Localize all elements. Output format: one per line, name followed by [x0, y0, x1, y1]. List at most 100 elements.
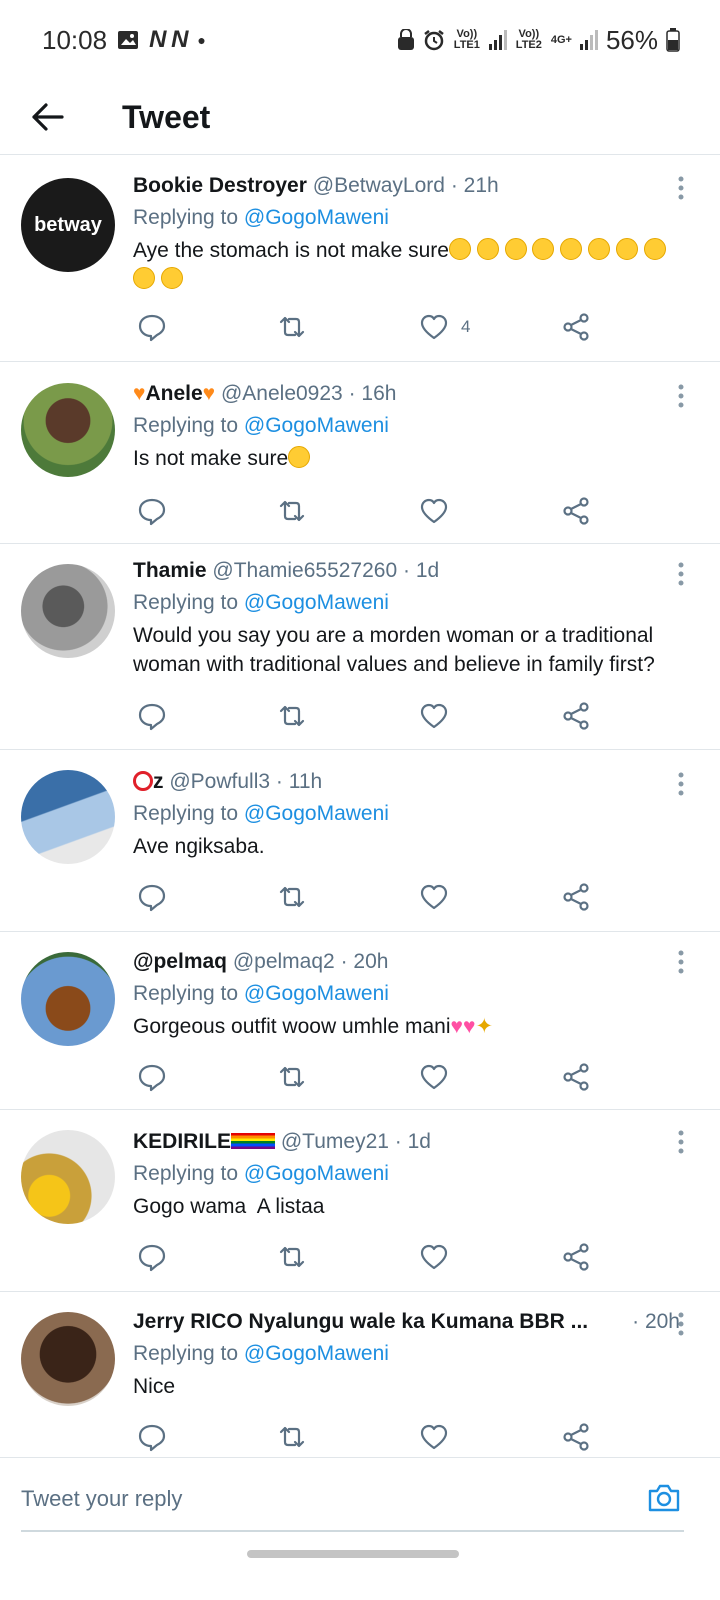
replying-label: Replying to [133, 414, 239, 437]
reply-button[interactable] [137, 699, 167, 733]
share-icon [563, 883, 589, 911]
share-button[interactable] [561, 494, 591, 528]
tweet-time: · 1d [403, 559, 440, 582]
retweet-icon [279, 316, 305, 338]
avatar[interactable] [21, 383, 115, 477]
camera-button[interactable] [646, 1480, 682, 1516]
like-button[interactable] [419, 880, 449, 914]
tweet-time: · 1d [394, 1130, 431, 1153]
reply-button[interactable] [137, 1420, 167, 1454]
avatar[interactable]: betway [21, 178, 115, 272]
back-button[interactable] [32, 100, 66, 134]
lock-icon [397, 29, 414, 50]
mention-link[interactable]: @GogoMaweni [244, 982, 389, 1005]
like-button[interactable]: 4 [419, 310, 470, 344]
tweet-item[interactable]: ♥Anele♥ @Anele0923 · 16h Replying to @Go… [0, 362, 720, 544]
author-handle[interactable]: @Anele0923 [221, 382, 343, 405]
retweet-button[interactable] [277, 699, 307, 733]
mention-link[interactable]: @GogoMaweni [244, 414, 389, 437]
rainbow-flag-icon [253, 1133, 276, 1149]
page-title: Tweet [122, 98, 211, 135]
author-handle[interactable]: @pelmaq2 [233, 950, 335, 973]
share-button[interactable] [561, 310, 591, 344]
author-name[interactable]: KEDIRILE [133, 1130, 276, 1153]
avatar[interactable] [21, 770, 115, 864]
author-name[interactable]: z [133, 770, 164, 793]
mention-link[interactable]: @GogoMaweni [244, 1342, 389, 1365]
tweet-text: Aye the stomach is not make sure [133, 236, 690, 294]
orange-heart-icon: ♥ [202, 382, 216, 405]
comment-icon [138, 314, 166, 342]
share-button[interactable] [561, 880, 591, 914]
more-options-icon[interactable] [677, 1312, 685, 1341]
heart-icon [420, 884, 448, 910]
tweet-item[interactable]: Jerry RICO Nyalungu wale ka Kumana BBR .… [0, 1292, 720, 1462]
more-options-icon[interactable] [677, 772, 685, 801]
author-handle[interactable]: @Powfull3 [169, 770, 270, 793]
author-name[interactable]: ♥Anele♥ [133, 382, 215, 405]
more-options-icon[interactable] [677, 176, 685, 205]
signal-icon [488, 30, 507, 50]
author-name[interactable]: Jerry RICO Nyalungu wale ka Kumana BBR .… [133, 1310, 588, 1334]
tweet-item[interactable]: KEDIRILE @Tumey21 · 1d Replying to @Gogo… [0, 1110, 720, 1292]
avatar[interactable] [21, 952, 115, 1046]
reply-button[interactable] [137, 310, 167, 344]
author-name[interactable]: Bookie Destroyer [133, 174, 307, 197]
avatar-logo-text: betway [34, 213, 102, 236]
more-options-icon[interactable] [677, 562, 685, 591]
share-button[interactable] [561, 1240, 591, 1274]
more-options-icon[interactable] [677, 384, 685, 413]
author-name[interactable]: @pelmaq [133, 950, 227, 973]
tweet-time: · 11h [275, 770, 323, 793]
mention-link[interactable]: @GogoMaweni [244, 206, 389, 229]
reply-button[interactable] [137, 494, 167, 528]
mention-link[interactable]: @GogoMaweni [244, 1162, 389, 1185]
author-handle[interactable]: @Thamie65527260 [212, 559, 397, 582]
tweet-item[interactable]: @pelmaq @pelmaq2 · 20h Replying to @Gogo… [0, 932, 720, 1110]
avatar[interactable] [21, 564, 115, 658]
author-handle[interactable]: @BetwayLord [313, 174, 445, 197]
like-button[interactable] [419, 494, 449, 528]
avatar[interactable] [21, 1130, 115, 1224]
like-button[interactable] [419, 1420, 449, 1454]
share-button[interactable] [561, 699, 591, 733]
mention-link[interactable]: @GogoMaweni [244, 802, 389, 825]
tweet-item[interactable]: betway Bookie Destroyer @BetwayLord · 21… [0, 158, 720, 362]
retweet-button[interactable] [277, 1240, 307, 1274]
author-name[interactable]: Thamie [133, 559, 207, 582]
battery-icon [666, 28, 680, 52]
tweet-time: · 20h [632, 1310, 680, 1333]
share-icon [563, 1063, 589, 1091]
author-handle[interactable]: @Tumey21 [281, 1130, 389, 1153]
more-options-icon[interactable] [677, 1130, 685, 1159]
reply-button[interactable] [137, 880, 167, 914]
avatar[interactable] [21, 1312, 115, 1406]
tweet-item[interactable]: z @Powfull3 · 11h Replying to @GogoMawen… [0, 750, 720, 932]
reply-button[interactable] [137, 1240, 167, 1274]
more-options-icon[interactable] [677, 950, 685, 979]
heart-icon [420, 703, 448, 729]
retweet-button[interactable] [277, 1060, 307, 1094]
retweet-button[interactable] [277, 880, 307, 914]
status-bar: 10:08 N N ● Vo)) LTE1 Vo)) LTE2 4G+ 56% [0, 0, 720, 80]
retweet-button[interactable] [277, 310, 307, 344]
home-indicator[interactable] [247, 1550, 459, 1558]
heart-icon [420, 498, 448, 524]
replying-label: Replying to [133, 982, 239, 1005]
share-button[interactable] [561, 1420, 591, 1454]
retweet-button[interactable] [277, 494, 307, 528]
tweet-item[interactable]: Thamie @Thamie65527260 · 1d Replying to … [0, 544, 720, 750]
network-label-1: Vo)) LTE1 [453, 28, 480, 51]
like-button[interactable] [419, 1240, 449, 1274]
retweet-icon [279, 1066, 305, 1088]
retweet-button[interactable] [277, 1420, 307, 1454]
mention-link[interactable]: @GogoMaweni [244, 591, 389, 614]
reply-button[interactable] [137, 1060, 167, 1094]
share-button[interactable] [561, 1060, 591, 1094]
reply-input[interactable]: Tweet your reply [21, 1486, 182, 1512]
like-button[interactable] [419, 1060, 449, 1094]
reply-feed: betway Bookie Destroyer @BetwayLord · 21… [0, 158, 720, 1462]
like-button[interactable] [419, 699, 449, 733]
rainbow-flag-icon [231, 1133, 254, 1149]
gallery-icon [118, 31, 139, 49]
